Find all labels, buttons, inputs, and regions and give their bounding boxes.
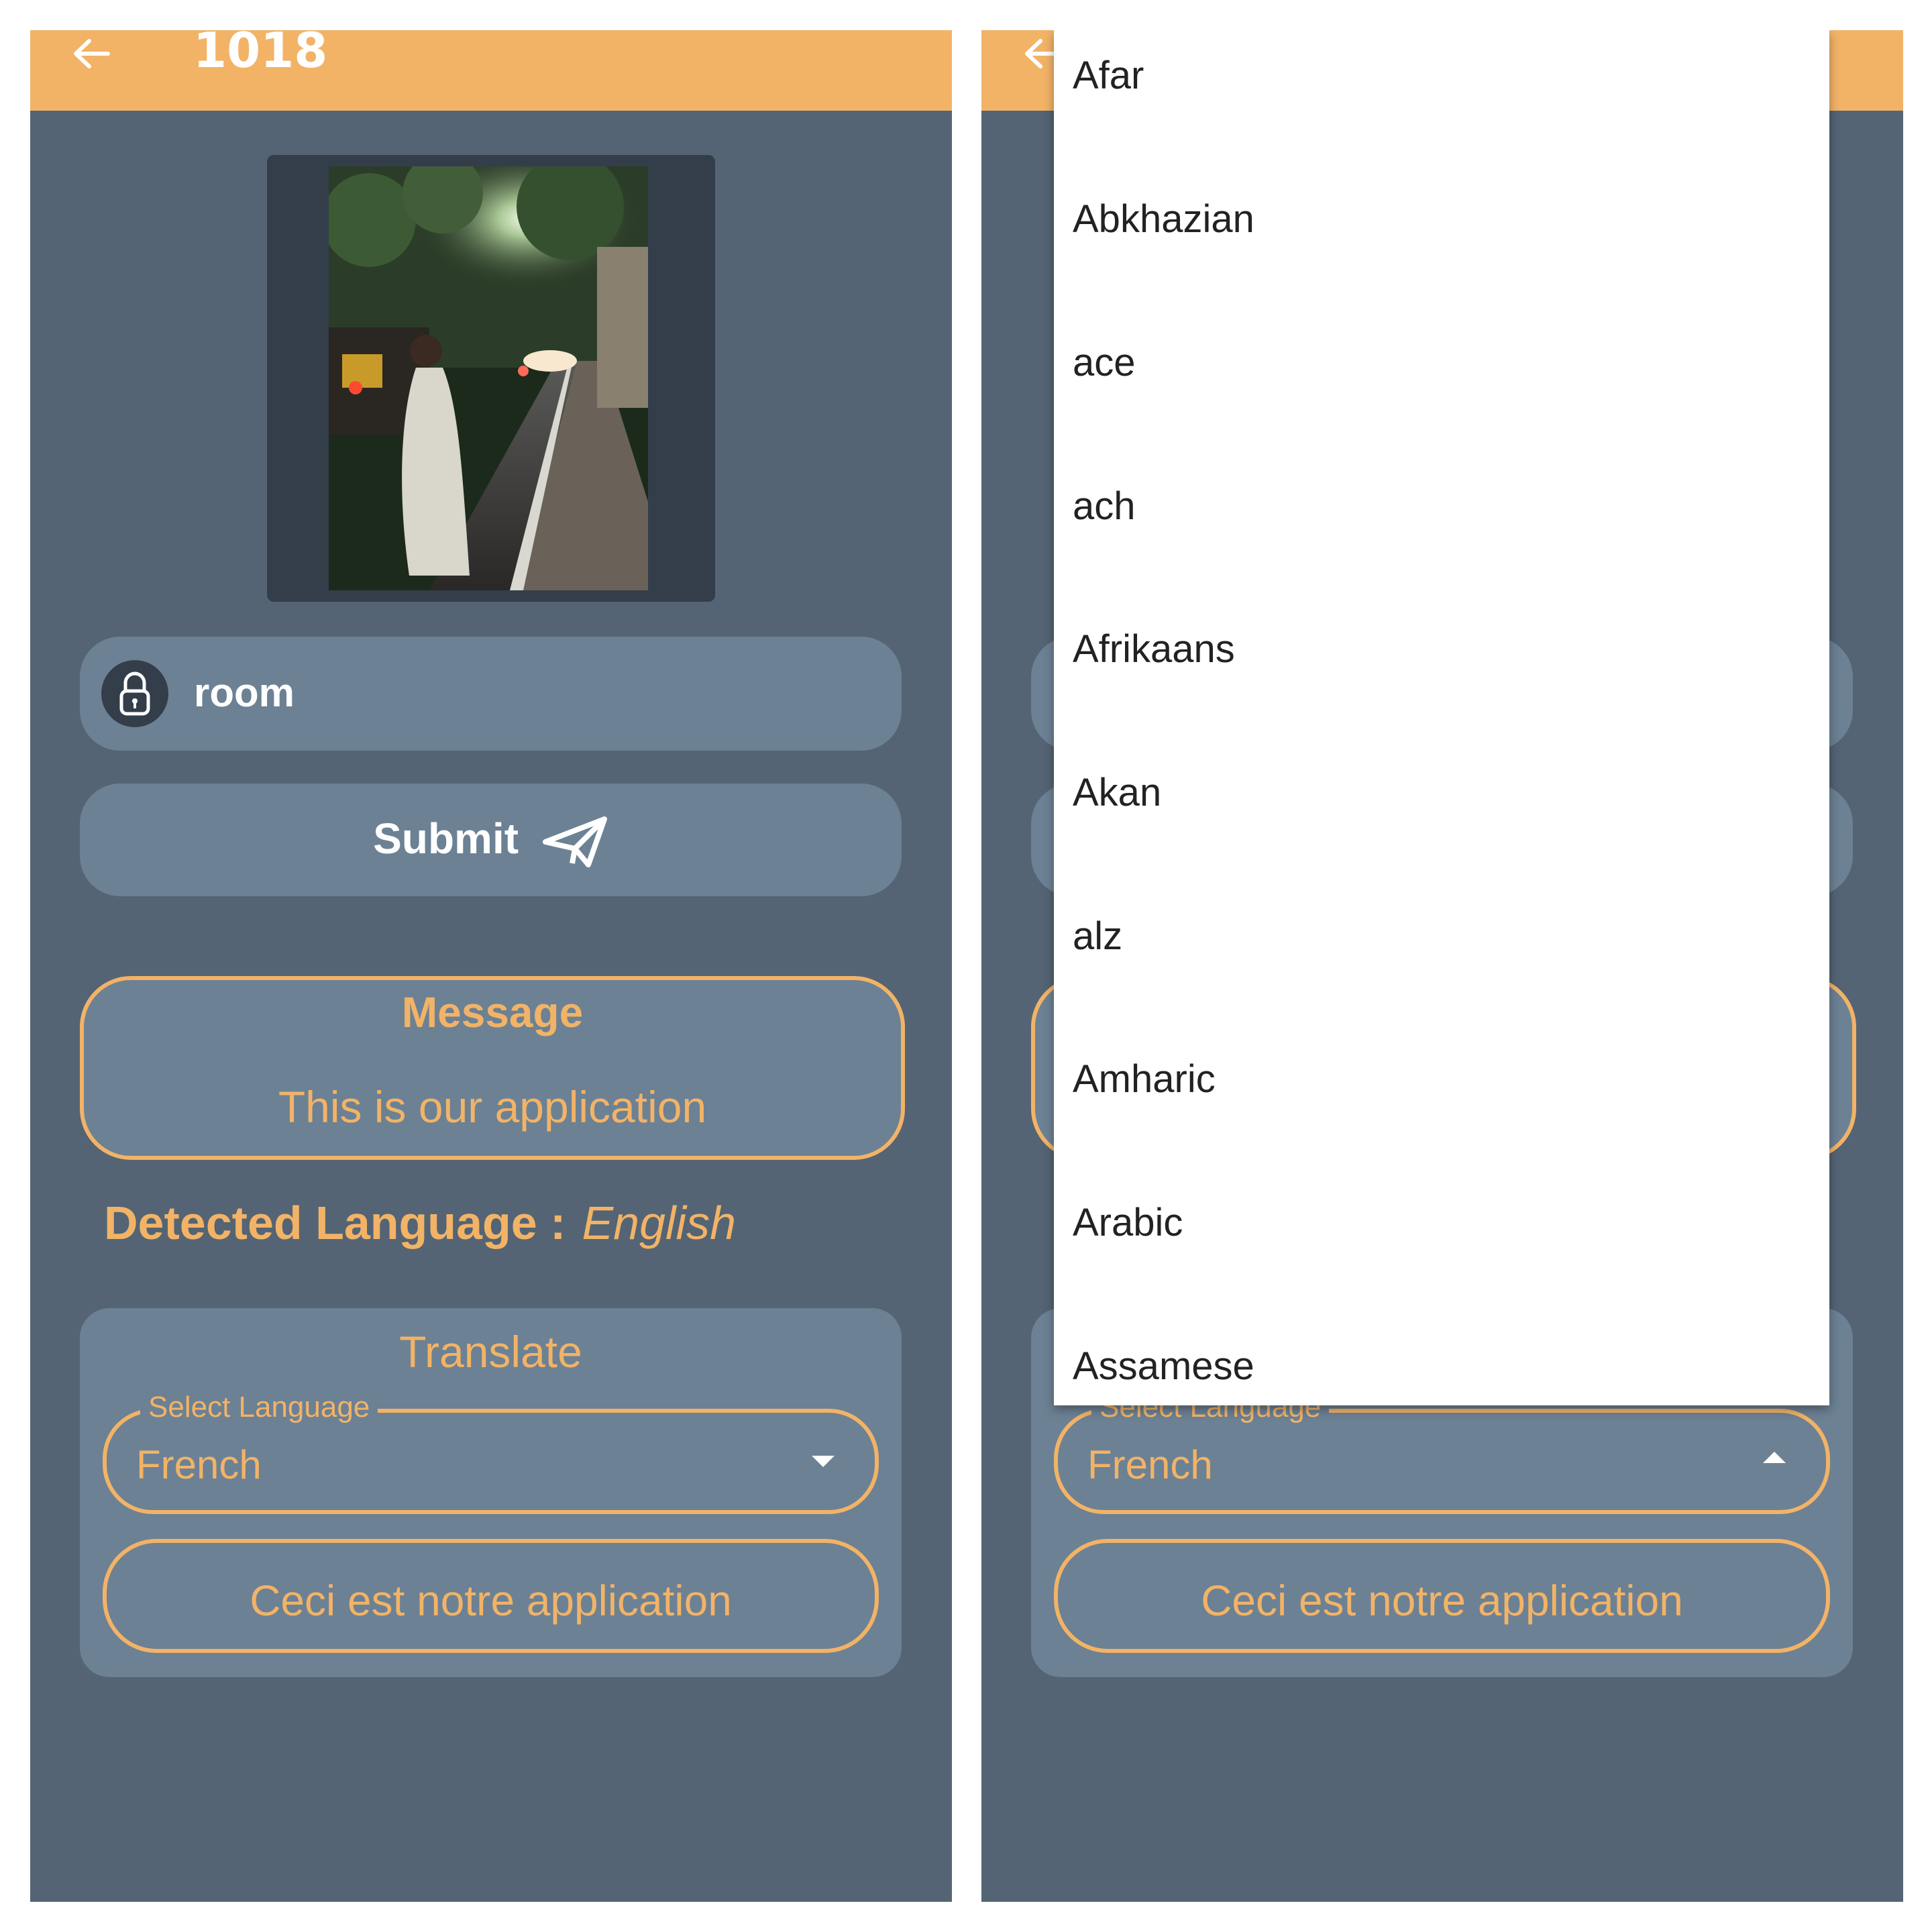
lock-icon	[101, 660, 168, 727]
translation-text: Ceci est notre application	[1201, 1576, 1683, 1625]
submit-button[interactable]: Submit	[80, 784, 902, 896]
app-screen-left: 1018 room Submit Message This is our app…	[30, 30, 952, 1902]
dropdown-option[interactable]: Akan	[1073, 769, 1161, 816]
room-value: room	[194, 670, 294, 715]
language-select[interactable]: Select Language French	[1054, 1390, 1830, 1514]
message-title: Message	[401, 988, 584, 1036]
app-bar: 1018	[30, 30, 952, 111]
translate-title: Translate	[399, 1327, 582, 1377]
language-select[interactable]: Select Language French	[103, 1390, 879, 1514]
selected-language: French	[136, 1442, 262, 1487]
detected-language-label: Detected Language :	[104, 1197, 566, 1249]
image-preview-frame	[267, 155, 715, 602]
dropdown-option[interactable]: Arabic	[1073, 1199, 1183, 1246]
app-screen-right: Select Language French Ceci est notre ap…	[981, 30, 1903, 1902]
message-box: Message This is our application	[80, 976, 905, 1160]
arrow-left-icon[interactable]	[70, 37, 111, 70]
dropdown-option[interactable]: Assamese	[1073, 1343, 1254, 1390]
paper-plane-icon	[542, 816, 607, 868]
dropdown-option[interactable]: Amharic	[1073, 1056, 1216, 1103]
chevron-down-icon[interactable]	[812, 1456, 835, 1467]
select-language-label: Select Language	[140, 1390, 378, 1426]
dropdown-option[interactable]: ach	[1073, 483, 1136, 530]
dropdown-option[interactable]: ace	[1073, 339, 1136, 386]
street-photo[interactable]	[329, 166, 648, 590]
translation-output: Ceci est notre application	[103, 1539, 879, 1653]
dropdown-option[interactable]: alz	[1073, 913, 1122, 960]
translation-output: Ceci est notre application	[1054, 1539, 1830, 1653]
translation-text: Ceci est notre application	[250, 1576, 732, 1625]
selected-language: French	[1087, 1442, 1213, 1487]
submit-label: Submit	[373, 814, 519, 863]
dropdown-option[interactable]: Abkhazian	[1073, 196, 1254, 243]
detected-language-value: English	[582, 1197, 737, 1249]
detected-language: Detected Language : English	[104, 1195, 736, 1251]
chevron-up-icon[interactable]	[1763, 1452, 1786, 1463]
dropdown-option[interactable]: Afrikaans	[1073, 626, 1235, 673]
language-dropdown-menu: Afar Abkhazian ace ach Afrikaans Akan al…	[1054, 30, 1829, 1405]
room-field[interactable]: room	[80, 637, 902, 751]
app-bar-title: 1018	[193, 30, 328, 78]
message-text: This is our application	[278, 1082, 707, 1132]
translate-card: Translate Select Language French Ceci es…	[80, 1308, 902, 1677]
dropdown-option[interactable]: Afar	[1073, 52, 1144, 99]
